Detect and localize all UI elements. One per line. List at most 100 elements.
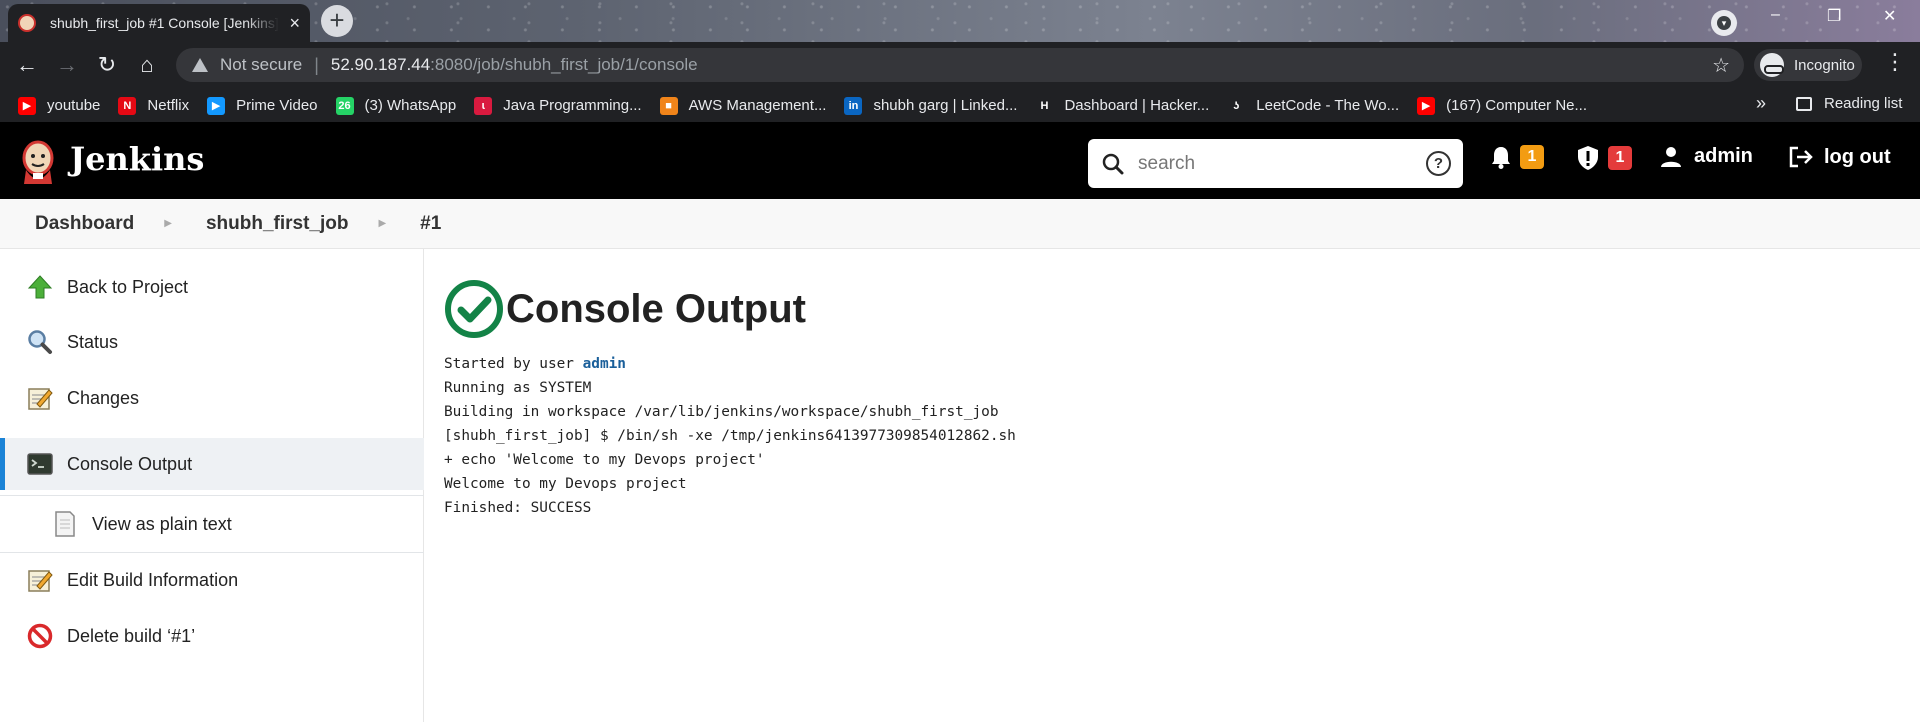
sidebar-item-edit-build-info[interactable]: Edit Build Information [0, 554, 424, 606]
bookmark-item[interactable]: 26 (3) WhatsApp [335, 96, 457, 115]
bookmark-item[interactable]: ▶ youtube [18, 96, 101, 115]
sidebar-item-label: Changes [67, 387, 140, 408]
bookmark-label: LeetCode - The Wo... [1256, 97, 1400, 114]
minimize-icon[interactable]: – [1771, 6, 1780, 24]
console-line: [shubh_first_job] $ /bin/sh -xe /tmp/jen… [444, 428, 1016, 444]
sidebar-item-delete-build[interactable]: Delete build ‘#1’ [0, 610, 424, 662]
jenkins-logo-icon[interactable] [18, 140, 58, 186]
console-line: Finished: SUCCESS [444, 500, 592, 516]
whatsapp-icon: 26 [335, 96, 354, 115]
reading-list-button[interactable]: Reading list [1796, 95, 1902, 112]
address-bar[interactable]: Not secure | 52.90.187.44 :8080/job/shub… [176, 48, 1744, 82]
tab-close-icon[interactable]: × [289, 14, 300, 32]
bell-icon [1492, 147, 1510, 169]
notifications-button[interactable]: 1 [1490, 145, 1544, 169]
incognito-label: Incognito [1794, 56, 1855, 74]
bookmarks-more-icon[interactable]: » [1756, 93, 1766, 114]
console-line: Started by user admin [444, 352, 1904, 376]
maximize-icon[interactable]: ❐ [1827, 6, 1841, 26]
close-window-icon[interactable]: ✕ [1883, 6, 1896, 26]
browser-toolbar: ← → ↻ ⌂ Not secure | 52.90.187.44 :8080/… [0, 42, 1920, 89]
up-arrow-icon [27, 275, 53, 299]
tab-title: shubh_first_job #1 Console [Jenkins] [50, 15, 279, 31]
chevron-right-icon: ▶ [378, 218, 387, 229]
breadcrumb-job[interactable]: shubh_first_job [206, 213, 349, 235]
started-by-user-link[interactable]: admin [583, 356, 626, 372]
user-button[interactable]: admin [1660, 145, 1753, 168]
sidebar-item-label: Console Output [67, 453, 193, 474]
bookmark-label: Java Programming... [503, 97, 642, 114]
warning-icon [192, 58, 208, 72]
not-secure-label[interactable]: Not secure [220, 55, 302, 75]
tab-active[interactable]: shubh_first_job #1 Console [Jenkins] × [8, 4, 310, 42]
security-button[interactable]: 1 [1576, 145, 1632, 171]
sidebar-item-back-to-project[interactable]: Back to Project [0, 261, 424, 313]
bookmark-label: youtube [47, 97, 101, 114]
success-check-icon [445, 280, 503, 338]
tab-search-button[interactable]: ▾ [1711, 10, 1737, 36]
youtube-icon: ▶ [18, 96, 36, 115]
reading-list-label: Reading list [1824, 95, 1903, 112]
home-icon[interactable]: ⌂ [132, 51, 162, 81]
breadcrumb-build[interactable]: #1 [420, 213, 441, 235]
console-output-heading: Console Output [506, 286, 806, 331]
help-icon[interactable]: ? [1426, 151, 1451, 176]
bookmark-star-icon[interactable]: ☆ [1712, 53, 1730, 78]
main-panel: Console Output Started by user admin Runn… [444, 249, 1904, 520]
bookmarks-bar: ▶ youtube N Netflix ▶ Prime Video 26 (3) WhatsA… [0, 89, 1920, 122]
terminal-icon [27, 453, 53, 475]
url-path: :8080/job/shubh_first_job/1/console [430, 55, 698, 74]
breadcrumb-dashboard[interactable]: Dashboard [35, 213, 134, 235]
reload-icon[interactable]: ↻ [92, 51, 122, 81]
bookmark-item[interactable]: N Netflix [118, 96, 189, 115]
console-started-prefix: Started by user [444, 356, 583, 372]
new-tab-button[interactable]: + [321, 5, 353, 37]
logout-label: log out [1824, 145, 1891, 168]
console-line: Welcome to my Devops project [444, 476, 687, 492]
bookmark-item[interactable]: ▶ (167) Computer Ne... [1417, 96, 1587, 115]
sidebar-item-plain-text[interactable]: View as plain text [0, 495, 424, 553]
hackerrank-icon: H [1035, 96, 1054, 115]
logout-button[interactable]: log out [1788, 145, 1891, 169]
no-entry-icon [27, 623, 53, 649]
browser-menu-icon[interactable]: ⋮ [1884, 51, 1906, 73]
bookmark-item[interactable]: ■ AWS Management... [659, 96, 826, 115]
jenkins-header: Jenkins ? 1 1 admin log ou [0, 122, 1920, 199]
sidebar-item-status[interactable]: Status [0, 316, 424, 368]
console-line: Running as SYSTEM [444, 380, 592, 396]
magnifier-icon [28, 330, 52, 354]
bookmark-label: (3) WhatsApp [364, 97, 457, 114]
back-arrow-icon[interactable]: ← [12, 51, 42, 81]
incognito-indicator[interactable]: Incognito [1754, 49, 1862, 81]
sidebar-item-changes[interactable]: Changes [0, 372, 424, 424]
search-box: ? [1088, 139, 1463, 188]
sidebar-item-label: Back to Project [67, 276, 189, 297]
notepad-icon [28, 570, 53, 592]
user-icon [1661, 146, 1681, 167]
side-panel: Back to Project Status Changes Console O… [0, 249, 424, 722]
linkedin-icon: in [844, 96, 863, 115]
youtube-icon: ▶ [1417, 96, 1436, 115]
sidebar-item-console-output[interactable]: Console Output [0, 438, 424, 490]
bookmark-item[interactable]: in shubh garg | Linked... [844, 96, 1018, 115]
url-host: 52.90.187.44 [330, 55, 431, 74]
sidebar-item-label: Delete build ‘#1’ [67, 625, 196, 646]
console-line: Building in workspace /var/lib/jenkins/w… [444, 404, 999, 420]
jenkins-title[interactable]: Jenkins [70, 140, 204, 178]
search-input[interactable] [1138, 152, 1408, 175]
bookmark-item[interactable]: H Dashboard | Hacker... [1035, 96, 1210, 115]
bookmark-item[interactable]: ʖ LeetCode - The Wo... [1227, 96, 1400, 115]
bookmark-label: Dashboard | Hacker... [1064, 97, 1210, 114]
jenkins-favicon-icon [18, 14, 36, 32]
bookmark-item[interactable]: ▶ Prime Video [207, 96, 318, 115]
notifications-badge: 1 [1520, 145, 1544, 169]
prime-video-icon: ▶ [207, 96, 226, 115]
chevron-down-icon: ▾ [1717, 16, 1731, 30]
sidebar-item-label: Status [67, 331, 119, 352]
bookmark-label: shubh garg | Linked... [873, 97, 1018, 114]
bookmark-item[interactable]: ɩ Java Programming... [474, 96, 642, 115]
omnibox-separator: | [314, 54, 319, 75]
notepad-icon [28, 388, 53, 410]
java-icon: ɩ [474, 96, 493, 115]
forward-arrow-icon[interactable]: → [52, 51, 82, 81]
